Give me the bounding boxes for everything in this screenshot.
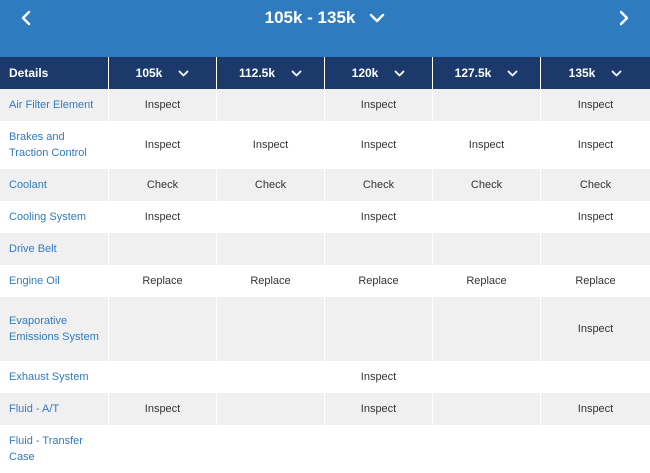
service-action-cell: Replace [217, 265, 324, 297]
service-action-cell: Replace [541, 265, 650, 297]
service-action-cell: Inspect [541, 89, 650, 121]
next-range-button[interactable] [613, 7, 635, 29]
service-action-cell [541, 361, 650, 393]
service-action-cell [217, 89, 324, 121]
service-action-cell: Inspect [325, 89, 432, 121]
milestone-header-105k[interactable]: 105k [109, 57, 216, 89]
chevron-down-icon [291, 70, 302, 77]
service-action-cell [217, 201, 324, 233]
service-action-cell: Check [325, 169, 432, 201]
service-action-cell [109, 361, 216, 393]
service-action-cell [217, 425, 324, 473]
service-action-cell: Inspect [433, 121, 540, 169]
service-action-cell: Replace [325, 265, 432, 297]
service-action-cell [109, 425, 216, 473]
service-action-cell [325, 233, 432, 265]
service-action-cell: Replace [109, 265, 216, 297]
milestone-header-112.5k[interactable]: 112.5k [217, 57, 324, 89]
service-action-cell [541, 425, 650, 473]
service-item-link[interactable]: Evaporative Emissions System [0, 297, 108, 361]
service-item-link[interactable]: Air Filter Element [0, 89, 108, 121]
service-action-cell [325, 297, 432, 361]
range-selector[interactable]: 105k - 135k [0, 0, 650, 36]
service-item-link[interactable]: Fluid - Transfer Case [0, 425, 108, 473]
service-action-cell [109, 233, 216, 265]
chevron-down-icon [611, 70, 622, 77]
milestone-label: 120k [351, 66, 379, 80]
service-action-cell: Check [433, 169, 540, 201]
milestone-label: 127.5k [454, 66, 492, 80]
service-action-cell: Inspect [325, 393, 432, 425]
service-action-cell: Check [217, 169, 324, 201]
chevron-down-icon [507, 70, 518, 77]
milestone-header-120k[interactable]: 120k [325, 57, 432, 89]
maintenance-table: Details 105k 112.5k 120k 127.5k 135k Air… [0, 57, 650, 473]
service-action-cell: Replace [433, 265, 540, 297]
milestone-label: 105k [135, 66, 163, 80]
service-item-link[interactable]: Brakes and Traction Control [0, 121, 108, 169]
chevron-down-icon [369, 13, 385, 23]
range-title: 105k - 135k [264, 8, 356, 27]
service-action-cell [433, 233, 540, 265]
service-action-cell: Inspect [217, 121, 324, 169]
top-bar: 105k - 135k [0, 0, 650, 57]
service-action-cell: Inspect [325, 361, 432, 393]
service-item-link[interactable]: Cooling System [0, 201, 108, 233]
service-action-cell [217, 297, 324, 361]
service-action-cell: Inspect [541, 201, 650, 233]
service-action-cell: Inspect [109, 89, 216, 121]
chevron-down-icon [178, 70, 189, 77]
service-action-cell [433, 201, 540, 233]
milestone-label: 135k [568, 66, 596, 80]
service-action-cell [325, 425, 432, 473]
milestone-header-127.5k[interactable]: 127.5k [433, 57, 540, 89]
service-item-link[interactable]: Engine Oil [0, 265, 108, 297]
service-action-cell [217, 393, 324, 425]
service-item-link[interactable]: Exhaust System [0, 361, 108, 393]
milestone-header-135k[interactable]: 135k [541, 57, 650, 89]
service-action-cell [217, 233, 324, 265]
service-item-link[interactable]: Coolant [0, 169, 108, 201]
service-action-cell: Check [541, 169, 650, 201]
service-action-cell: Inspect [109, 393, 216, 425]
service-action-cell [109, 297, 216, 361]
service-action-cell: Inspect [109, 121, 216, 169]
service-item-link[interactable]: Drive Belt [0, 233, 108, 265]
service-action-cell: Inspect [109, 201, 216, 233]
service-item-link[interactable]: Fluid - A/T [0, 393, 108, 425]
service-action-cell: Inspect [325, 121, 432, 169]
service-action-cell: Inspect [541, 297, 650, 361]
chevron-right-icon [619, 10, 629, 26]
service-action-cell: Inspect [541, 393, 650, 425]
details-header: Details [0, 57, 108, 89]
service-action-cell: Check [109, 169, 216, 201]
service-action-cell: Inspect [325, 201, 432, 233]
service-action-cell [433, 425, 540, 473]
service-action-cell [433, 89, 540, 121]
service-action-cell: Inspect [541, 121, 650, 169]
service-action-cell [433, 393, 540, 425]
service-action-cell [217, 361, 324, 393]
milestone-label: 112.5k [238, 66, 276, 80]
service-action-cell [541, 233, 650, 265]
service-action-cell [433, 361, 540, 393]
chevron-down-icon [394, 70, 405, 77]
service-action-cell [433, 297, 540, 361]
